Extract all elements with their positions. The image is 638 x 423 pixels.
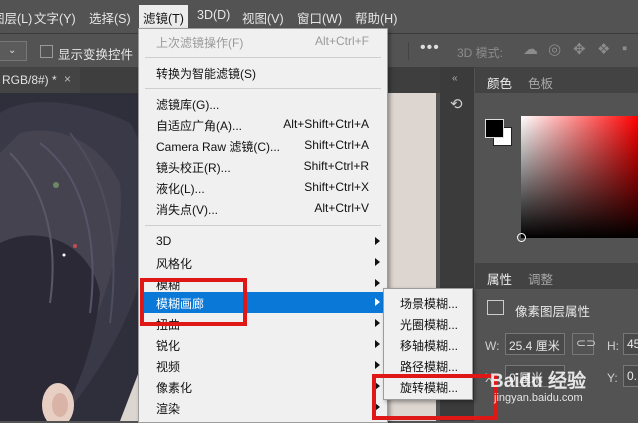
menu-item-adaptive-wide-angle[interactable]: 自适应广角(A)... Alt+Shift+Ctrl+A xyxy=(140,114,386,135)
menu-separator xyxy=(145,57,381,58)
watermark-url: jingyan.baidu.com xyxy=(494,392,583,404)
chevron-down-icon: ⌄ xyxy=(8,45,17,56)
more-options-icon[interactable]: ••• xyxy=(420,39,440,57)
menu-separator xyxy=(145,225,381,226)
divider xyxy=(408,42,409,60)
submenu-arrow-icon xyxy=(375,237,380,245)
width-value: 25.4 厘米 xyxy=(509,339,560,353)
menu-item-3d[interactable]: 3D xyxy=(140,231,386,252)
menu-item-pixelate[interactable]: 像素化 xyxy=(140,376,386,397)
submenu-arrow-icon xyxy=(375,361,380,369)
tool-preset-dropdown[interactable]: ⌄ xyxy=(0,41,27,61)
3d-orbit-icon[interactable]: ☁ xyxy=(523,40,538,58)
3d-scale-icon[interactable]: ▪ xyxy=(622,40,627,57)
collapse-icon[interactable]: « xyxy=(452,73,458,84)
menu-separator xyxy=(145,88,381,89)
show-transform-checkbox[interactable] xyxy=(40,45,53,58)
submenu-item-iris-blur[interactable]: 光圈模糊... xyxy=(400,316,458,333)
width-field[interactable]: 25.4 厘米 xyxy=(505,333,565,355)
menu-help[interactable]: 帮助(H) xyxy=(355,8,397,27)
menu-item-filter-gallery[interactable]: 滤镜库(G)... xyxy=(140,93,386,114)
color-picker-field[interactable] xyxy=(521,116,638,238)
menu-item-lens-correction[interactable]: 镜头校正(R)... Shift+Ctrl+R xyxy=(140,156,386,177)
submenu-arrow-icon xyxy=(375,319,380,327)
tab-swatches[interactable]: 色板 xyxy=(528,73,553,92)
menu-item-vanishing-point[interactable]: 消失点(V)... Alt+Ctrl+V xyxy=(140,198,386,219)
tab-adjustments[interactable]: 调整 xyxy=(528,269,553,288)
pixel-layer-icon xyxy=(487,300,504,315)
menu-layer[interactable]: 图层(L) xyxy=(0,8,32,27)
menu-item-liquify[interactable]: 液化(L)... Shift+Ctrl+X xyxy=(140,177,386,198)
height-label: H: xyxy=(607,339,619,353)
color-picker-cursor[interactable] xyxy=(517,233,526,242)
submenu-item-field-blur[interactable]: 场景模糊... xyxy=(400,295,458,312)
menu-select[interactable]: 选择(S) xyxy=(89,8,131,27)
foreground-color-swatch[interactable] xyxy=(485,119,504,138)
menu-view[interactable]: 视图(V) xyxy=(242,8,284,27)
menu-item-stylize[interactable]: 风格化 xyxy=(140,252,386,273)
history-icon[interactable]: ⟲ xyxy=(450,95,463,113)
document-tab[interactable]: RGB/8#) * × xyxy=(0,67,80,93)
annotation-highlight-spin-blur xyxy=(372,374,497,420)
document-tab-label: RGB/8#) * xyxy=(2,73,57,87)
link-icon[interactable]: ⊂⊃ xyxy=(572,333,596,355)
3d-slide-icon[interactable]: ❖ xyxy=(597,40,610,58)
menu-window[interactable]: 窗口(W) xyxy=(297,8,342,27)
filter-menu: 上次滤镜操作(F) Alt+Ctrl+F 转换为智能滤镜(S) 滤镜库(G)...… xyxy=(138,28,388,423)
width-label: W: xyxy=(485,339,500,353)
menu-item-video[interactable]: 视频 xyxy=(140,355,386,376)
3d-roll-icon[interactable]: ◎ xyxy=(548,40,561,58)
submenu-item-tilt-shift[interactable]: 移轴模糊... xyxy=(400,337,458,354)
menu-item-render[interactable]: 渲染 xyxy=(140,397,386,418)
menu-item-convert-smart-filter[interactable]: 转换为智能滤镜(S) xyxy=(140,62,386,83)
tab-color[interactable]: 颜色 xyxy=(487,73,512,92)
menu-3d[interactable]: 3D(D) xyxy=(197,8,230,22)
height-field[interactable]: 45 xyxy=(623,333,638,355)
height-value: 45 xyxy=(627,337,638,351)
menu-item-last-filter: 上次滤镜操作(F) Alt+Ctrl+F xyxy=(156,34,369,50)
watermark-logo-text: Baidu 经验 xyxy=(490,371,587,392)
submenu-arrow-icon xyxy=(375,340,380,348)
menu-item-sharpen[interactable]: 锐化 xyxy=(140,334,386,355)
close-icon[interactable]: × xyxy=(64,72,71,86)
show-transform-label: 显示变换控件 xyxy=(58,48,134,62)
watermark: Baidu 经验 jingyan.baidu.com xyxy=(490,366,638,406)
submenu-arrow-icon xyxy=(375,298,380,306)
annotation-highlight-blur-gallery xyxy=(140,278,247,326)
3d-mode-label: 3D 模式: xyxy=(457,46,504,60)
3d-drag-icon[interactable]: ✥ xyxy=(573,40,586,58)
submenu-arrow-icon xyxy=(375,258,380,266)
tab-properties[interactable]: 属性 xyxy=(487,269,512,288)
menu-filter[interactable]: 滤镜(T) xyxy=(139,5,188,30)
menu-type[interactable]: 文字(Y) xyxy=(34,8,76,27)
submenu-item-path-blur[interactable]: 路径模糊... xyxy=(400,358,458,375)
menu-item-camera-raw[interactable]: Camera Raw 滤镜(C)... Shift+Ctrl+A xyxy=(140,135,386,156)
properties-title: 像素图层属性 xyxy=(515,305,591,319)
submenu-arrow-icon xyxy=(375,279,380,287)
